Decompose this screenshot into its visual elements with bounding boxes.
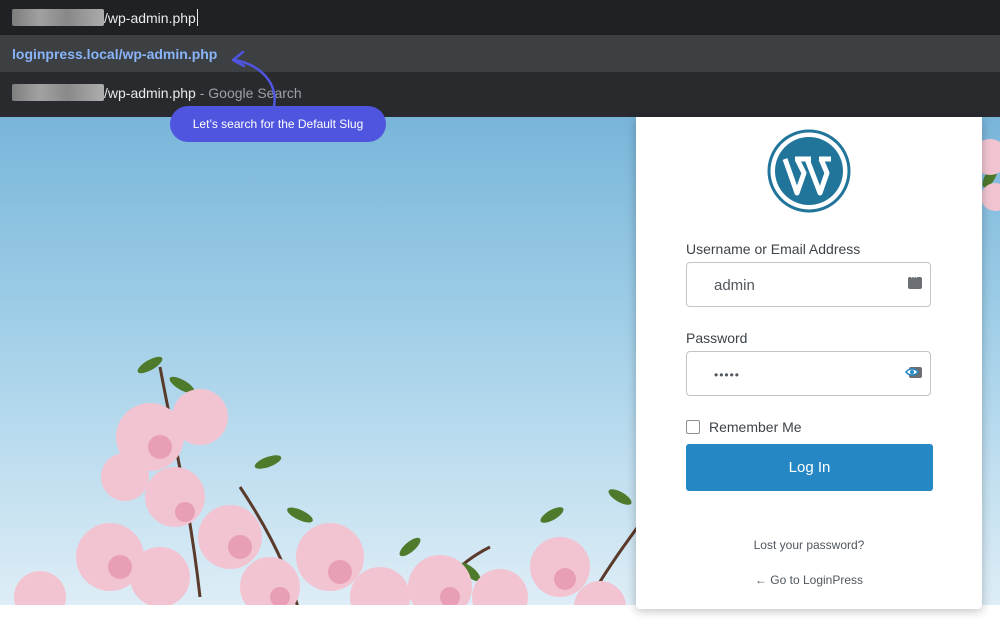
text-caret — [196, 9, 198, 26]
login-card: Username or Email Address admin Password… — [636, 117, 982, 609]
autofill-key-icon[interactable] — [908, 272, 922, 289]
remember-me-label[interactable]: Remember Me — [709, 419, 802, 435]
blurred-host — [12, 9, 104, 26]
callout-arrow-icon — [231, 50, 276, 112]
remember-me[interactable]: Remember Me — [686, 419, 802, 435]
password-value: ••••• — [714, 368, 741, 382]
suggestion-item-search[interactable]: /wp-admin.php - Google Search — [0, 72, 1000, 117]
suggestion-separator: - — [195, 85, 209, 101]
blurred-host — [12, 84, 104, 101]
suggestion-item-url[interactable]: loginpress.local/wp-admin.php — [0, 35, 1000, 72]
username-input[interactable]: admin — [686, 262, 931, 307]
go-to-site-link[interactable]: ← Go to LoginPress — [636, 573, 982, 587]
password-input[interactable]: ••••• — [686, 351, 931, 396]
suggestion-url: loginpress.local/wp-admin.php — [12, 46, 218, 62]
username-value: admin — [714, 277, 755, 294]
username-label: Username or Email Address — [686, 241, 861, 257]
callout-bubble: Let’s search for the Default Slug — [170, 106, 386, 142]
password-label: Password — [686, 330, 748, 346]
login-button[interactable]: Log In — [686, 444, 933, 491]
wordpress-logo-icon[interactable] — [767, 129, 851, 213]
show-password-icon[interactable] — [905, 365, 923, 379]
address-path: /wp-admin.php — [104, 10, 196, 26]
suggestion-search-path: /wp-admin.php — [104, 85, 196, 101]
remember-me-checkbox[interactable] — [686, 420, 700, 434]
address-bar[interactable]: /wp-admin.php — [0, 0, 1000, 35]
lost-password-link[interactable]: Lost your password? — [636, 538, 982, 552]
callout-text: Let’s search for the Default Slug — [192, 117, 364, 131]
